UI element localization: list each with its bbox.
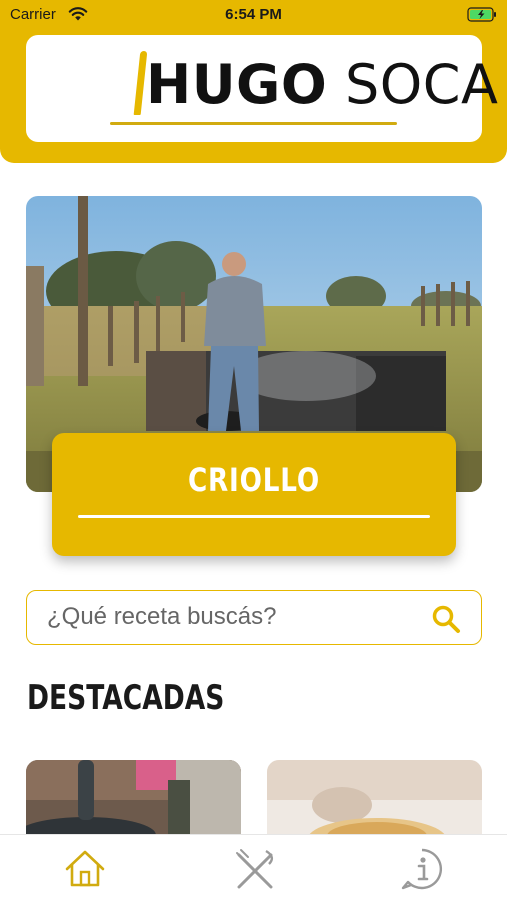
tab-recipes[interactable] (233, 847, 277, 891)
recipe-card[interactable] (267, 760, 482, 845)
battery-charging-icon (467, 7, 497, 26)
fork-knife-icon (233, 849, 277, 895)
category-underline (78, 515, 430, 518)
search-input[interactable] (47, 599, 417, 635)
logo-underline (110, 122, 397, 125)
status-time: 6:54 PM (225, 6, 282, 23)
logo-card: HUGO SOCA (26, 35, 498, 142)
status-bar: Carrier 6:54 PM (0, 0, 507, 30)
logo-bold-text: HUGO (146, 53, 328, 116)
recipe-card[interactable] (26, 760, 241, 845)
category-title: CRIOLLO (187, 461, 321, 499)
logo-regular-text: SOCA (344, 53, 499, 116)
category-card-criollo[interactable]: CRIOLLO (52, 433, 456, 556)
tab-info[interactable] (400, 847, 444, 891)
tab-home[interactable] (63, 847, 107, 891)
tab-bar (0, 834, 507, 900)
brand-logo: HUGO SOCA (146, 55, 498, 115)
home-icon (63, 850, 107, 895)
search-bar[interactable] (26, 590, 482, 645)
section-title-destacadas: DESTACADAS (27, 678, 225, 718)
search-icon[interactable] (431, 604, 461, 639)
app-header: Carrier 6:54 PM HUGO SOCA (0, 0, 507, 163)
info-icon (400, 848, 444, 895)
